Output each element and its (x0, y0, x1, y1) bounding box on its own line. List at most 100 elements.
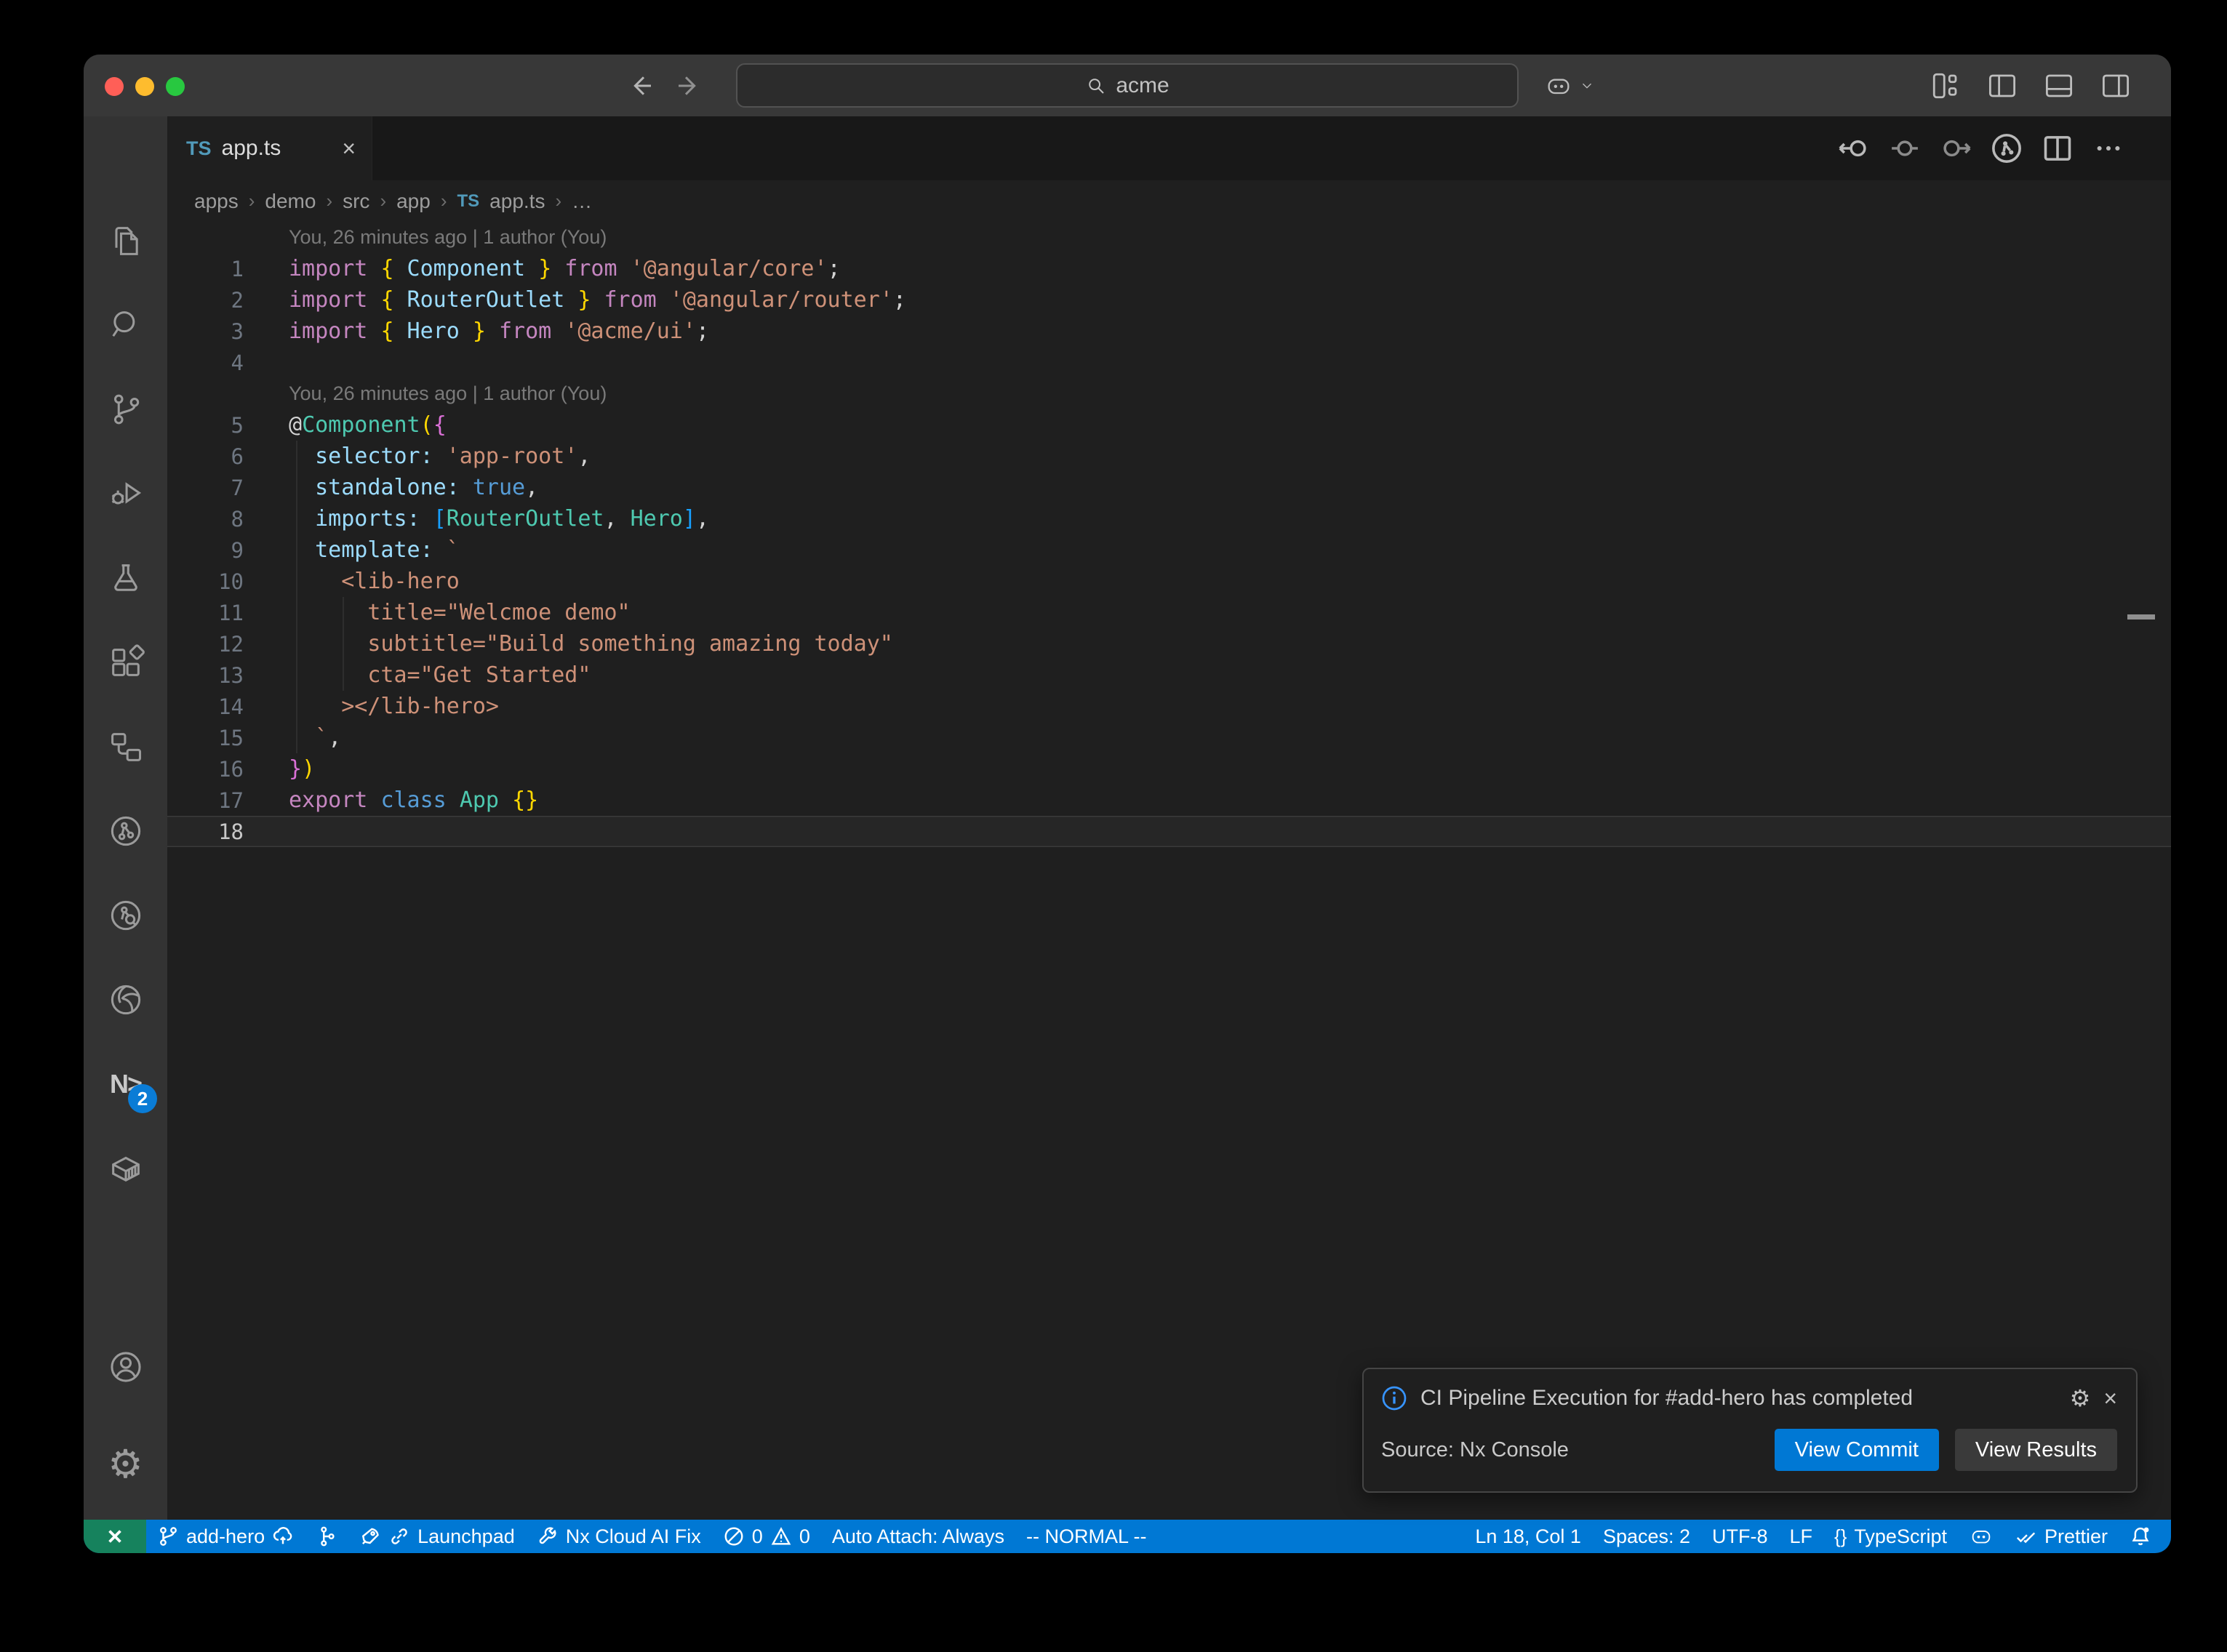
line-number[interactable]: 10 (167, 569, 244, 594)
notification-close-icon[interactable]: × (2103, 1387, 2117, 1410)
code-line[interactable]: 11 title="Welcmoe demo" (167, 597, 2171, 628)
run-debug-icon[interactable] (84, 452, 167, 536)
code-line[interactable]: 1import { Component } from '@angular/cor… (167, 253, 2171, 284)
copilot-status[interactable] (1958, 1520, 2004, 1553)
nx-cloud-ai-fix-status[interactable]: Nx Cloud AI Fix (526, 1520, 712, 1553)
breadcrumb-symbol[interactable]: … (572, 190, 592, 213)
code-line[interactable]: 12 subtitle="Build something amazing tod… (167, 628, 2171, 659)
problems-status[interactable]: 0 0 (712, 1520, 821, 1553)
blame-annotation[interactable]: You, 26 minutes ago | 1 author (You) (167, 378, 2171, 409)
project-graph-icon[interactable] (84, 705, 167, 789)
extensions-icon[interactable] (84, 620, 167, 705)
line-number[interactable]: 5 (167, 413, 244, 438)
gitlens-icon[interactable] (84, 789, 167, 873)
code-line[interactable]: 14 ></lib-hero> (167, 691, 2171, 722)
prettier-status[interactable]: Prettier (2004, 1520, 2119, 1553)
line-number[interactable]: 14 (167, 694, 244, 719)
code-line[interactable]: 8 imports: [RouterOutlet, Hero], (167, 503, 2171, 534)
minimize-window-button[interactable] (135, 77, 154, 96)
commit-graph-status[interactable] (305, 1520, 348, 1553)
close-window-button[interactable] (105, 77, 124, 96)
back-arrow-icon[interactable] (625, 71, 655, 100)
code-line[interactable]: 4 (167, 347, 2171, 378)
code-line[interactable]: 18 (167, 816, 2171, 847)
account-icon[interactable] (84, 1325, 167, 1409)
line-number[interactable]: 4 (167, 350, 244, 375)
code-line[interactable]: 9 template: ` (167, 534, 2171, 566)
line-number[interactable]: 2 (167, 288, 244, 313)
notification-settings-icon[interactable]: ⚙ (2070, 1387, 2091, 1410)
testing-icon[interactable] (84, 536, 167, 620)
language-status[interactable]: {} TypeScript (1823, 1520, 1958, 1553)
branch-status[interactable]: add-hero (146, 1520, 305, 1553)
nx-console-icon[interactable]: N> 2 (84, 1042, 167, 1126)
line-number[interactable]: 16 (167, 757, 244, 782)
line-number[interactable]: 12 (167, 632, 244, 657)
search-sidebar-icon[interactable] (84, 283, 167, 367)
breadcrumb-file[interactable]: app.ts (489, 190, 545, 213)
cursor-position-status[interactable]: Ln 18, Col 1 (1464, 1520, 1592, 1553)
breadcrumb-demo[interactable]: demo (265, 190, 316, 213)
code-line[interactable]: 5@Component({ (167, 409, 2171, 441)
gitlens-inspect-icon[interactable] (84, 873, 167, 958)
eol-status[interactable]: LF (1779, 1520, 1824, 1553)
line-number[interactable]: 7 (167, 476, 244, 500)
launchpad-status[interactable]: Launchpad (348, 1520, 526, 1553)
blame-annotation[interactable]: You, 26 minutes ago | 1 author (You) (167, 222, 2171, 253)
code-line[interactable]: 16}) (167, 753, 2171, 785)
forward-arrow-icon[interactable] (675, 71, 704, 100)
code-line[interactable]: 17export class App {} (167, 785, 2171, 816)
code-line[interactable]: 6 selector: 'app-root', (167, 441, 2171, 472)
tab-close-icon[interactable]: × (342, 135, 356, 162)
auto-attach-status[interactable]: Auto Attach: Always (821, 1520, 1015, 1553)
line-number[interactable]: 3 (167, 319, 244, 344)
line-number[interactable]: 1 (167, 257, 244, 281)
remote-indicator[interactable] (84, 1520, 146, 1553)
line-number[interactable]: 9 (167, 538, 244, 563)
toggle-primary-sidebar-icon[interactable] (1987, 71, 2018, 101)
code-line[interactable]: 7 standalone: true, (167, 472, 2171, 503)
container-icon[interactable] (84, 1126, 167, 1211)
line-number[interactable]: 17 (167, 788, 244, 813)
code-line[interactable]: 13 cta="Get Started" (167, 659, 2171, 691)
settings-gear-icon[interactable]: ⚙ (84, 1422, 167, 1507)
line-number[interactable]: 11 (167, 601, 244, 625)
toggle-secondary-sidebar-icon[interactable] (2100, 71, 2131, 101)
view-results-button[interactable]: View Results (1955, 1429, 2117, 1471)
explorer-icon[interactable] (84, 199, 167, 283)
next-change-icon[interactable] (1940, 132, 1972, 164)
command-center-search[interactable]: acme (736, 63, 1519, 108)
encoding-status[interactable]: UTF-8 (1701, 1520, 1779, 1553)
toggle-panel-icon[interactable] (2044, 71, 2074, 101)
split-editor-icon[interactable] (2042, 132, 2074, 164)
code-line[interactable]: 10 <lib-hero (167, 566, 2171, 597)
code-line[interactable]: 15 `, (167, 722, 2171, 753)
customize-layout-icon[interactable] (1930, 71, 1961, 101)
breadcrumb-src[interactable]: src (343, 190, 369, 213)
line-number[interactable]: 8 (167, 507, 244, 532)
breadcrumb-app[interactable]: app (396, 190, 431, 213)
previous-change-icon[interactable] (1838, 132, 1870, 164)
notifications-status[interactable] (2119, 1520, 2162, 1553)
line-number[interactable]: 13 (167, 663, 244, 688)
source-control-icon[interactable] (84, 367, 167, 452)
code-editor[interactable]: You, 26 minutes ago | 1 author (You)1imp… (167, 222, 2171, 1520)
gitlens-graph-icon[interactable] (1991, 132, 2023, 164)
tab-app-ts[interactable]: TS app.ts × (167, 116, 372, 180)
line-number[interactable]: 18 (167, 819, 244, 844)
breadcrumb-apps[interactable]: apps (194, 190, 239, 213)
more-actions-icon[interactable] (2092, 132, 2124, 164)
code-text: selector: 'app-root', (289, 441, 591, 472)
line-number[interactable]: 15 (167, 726, 244, 750)
maximize-window-button[interactable] (166, 77, 185, 96)
code-line[interactable]: 3import { Hero } from '@acme/ui'; (167, 316, 2171, 347)
swirl-extension-icon[interactable] (84, 958, 167, 1042)
indentation-status[interactable]: Spaces: 2 (1592, 1520, 1701, 1553)
view-commit-button[interactable]: View Commit (1775, 1429, 1939, 1471)
open-changes-icon[interactable] (1889, 132, 1921, 164)
vim-mode-status[interactable]: -- NORMAL -- (1015, 1520, 1157, 1553)
code-line[interactable]: 2import { RouterOutlet } from '@angular/… (167, 284, 2171, 316)
line-number[interactable]: 6 (167, 444, 244, 469)
copilot-menu[interactable] (1544, 55, 1595, 116)
scrollbar-marker[interactable] (2127, 614, 2155, 620)
